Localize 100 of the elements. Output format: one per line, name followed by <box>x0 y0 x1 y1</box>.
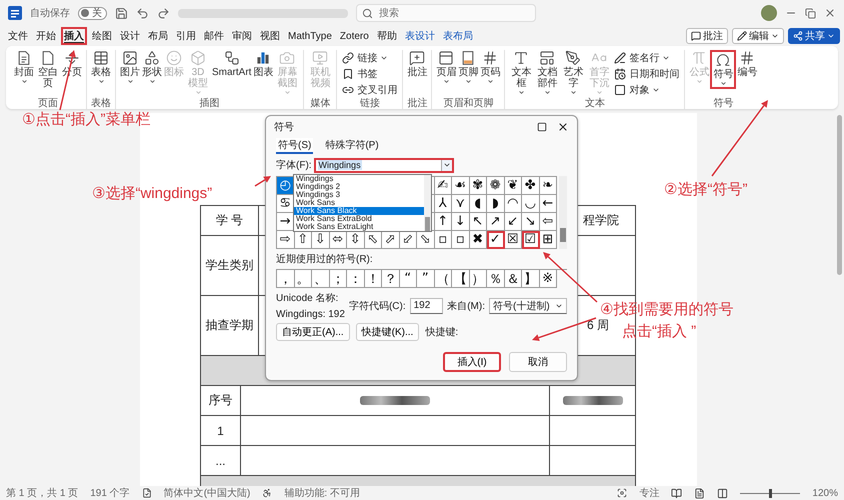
menu-tab[interactable]: Zotero <box>336 27 372 45</box>
symbol-cell[interactable]: “ <box>400 270 417 288</box>
avatar[interactable] <box>761 5 777 21</box>
dialog-tab[interactable]: 特殊字符(P) <box>323 138 381 154</box>
ribbon-button[interactable]: 链接 <box>342 51 398 65</box>
scrollbar-thumb[interactable] <box>560 228 566 242</box>
font-option[interactable]: Wingdings 2 <box>294 183 424 191</box>
symbol-cell[interactable]: ← <box>540 195 557 213</box>
ribbon-button[interactable]: 艺术字 <box>560 50 586 97</box>
ribbon-button[interactable]: 页码 <box>479 50 502 86</box>
symbol-cell[interactable]: ▫ <box>434 231 452 249</box>
ribbon-button[interactable]: 表格 <box>90 50 112 86</box>
menu-tab[interactable]: 开始 <box>33 27 59 45</box>
font-option[interactable]: Work Sans ExtraLight <box>294 223 424 231</box>
ribbon-button[interactable]: 交叉引用 <box>342 83 398 97</box>
ribbon-button[interactable]: 批注 <box>406 50 428 78</box>
menu-tab[interactable]: 文件 <box>5 27 31 45</box>
symbol-cell[interactable]: 】 <box>522 270 540 288</box>
symbol-cell[interactable]: ☑ <box>522 231 540 249</box>
symbol-cell[interactable]: ↗ <box>487 213 504 231</box>
symbol-cell[interactable]: ！ <box>364 270 382 288</box>
comment-button[interactable]: 批注 <box>686 28 728 44</box>
caret-icon[interactable] <box>442 161 451 169</box>
symbol-cell[interactable]: ◖ <box>470 195 487 213</box>
ribbon-button[interactable]: 页脚 <box>457 50 480 86</box>
symbol-cell[interactable]: ⇦ <box>540 213 557 231</box>
ribbon-button[interactable]: 页眉 <box>435 50 458 86</box>
columns-icon[interactable] <box>717 488 728 498</box>
menu-tab[interactable]: 插入 <box>61 27 87 45</box>
menu-tab[interactable]: 布局 <box>145 27 171 45</box>
ribbon-button[interactable]: 签名行 <box>614 51 680 65</box>
menu-tab[interactable]: 设计 <box>117 27 143 45</box>
accessibility-icon[interactable] <box>262 488 272 498</box>
symbol-cell[interactable]: 、 <box>312 270 330 288</box>
symbol-cell[interactable]: ❧ <box>540 177 557 195</box>
font-option[interactable]: Wingdings <box>294 175 424 183</box>
symbol-cell[interactable]: ❁ <box>487 177 504 195</box>
symbol-cell[interactable]: ⇨ <box>277 231 294 249</box>
menu-tab[interactable]: 视图 <box>257 27 283 45</box>
edit-button[interactable]: 编辑 <box>732 28 784 44</box>
ribbon-button[interactable]: 日期和时间 <box>614 67 680 81</box>
symbol-cell[interactable]: ☒ <box>504 231 522 249</box>
symbol-cell[interactable]: ⇳ <box>347 231 364 249</box>
symbol-cell[interactable]: ✓ <box>487 231 504 249</box>
symbol-cell[interactable]: ↘ <box>522 213 540 231</box>
symbol-cell[interactable]: （ <box>434 270 452 288</box>
ribbon-button[interactable]: 图表 <box>252 50 274 78</box>
symbol-cell[interactable]: ◡ <box>522 195 540 213</box>
zoom-thumb[interactable] <box>768 488 772 498</box>
ribbon-button[interactable]: 符号 <box>710 50 736 89</box>
ribbon-button[interactable]: SmartArt <box>211 50 252 78</box>
focus-icon[interactable] <box>617 488 628 498</box>
book-icon[interactable] <box>671 488 682 498</box>
symbol-cell[interactable]: ⬂ <box>417 231 434 249</box>
ribbon-button[interactable]: 形状 <box>141 50 163 86</box>
dialog-button[interactable]: 快捷键(K)... <box>356 323 420 341</box>
symbol-cell[interactable]: ✍ <box>434 177 452 195</box>
ribbon-button[interactable]: 空白页 <box>35 50 61 89</box>
symbol-cell[interactable]: 。 <box>294 270 312 288</box>
menu-tab[interactable]: 绘图 <box>89 27 115 45</box>
search-field[interactable]: 搜索 <box>356 4 536 22</box>
ribbon-button[interactable]: 编号 <box>736 50 758 78</box>
ribbon-button[interactable]: 对象 <box>614 83 680 97</box>
menu-tab[interactable]: 邮件 <box>201 27 227 45</box>
symbol-cell[interactable]: ✤ <box>522 177 540 195</box>
ribbon-button[interactable]: 书签 <box>342 67 398 81</box>
font-field[interactable]: Wingdings <box>314 158 454 172</box>
font-option[interactable]: Work Sans <box>294 199 424 207</box>
dialog-tab[interactable]: 符号(S) <box>276 138 314 154</box>
symbol-cell[interactable]: ； <box>330 270 347 288</box>
dialog-button[interactable]: 取消 <box>509 352 567 372</box>
scrollbar-thumb[interactable] <box>425 217 430 231</box>
menu-tab[interactable]: 表设计 <box>402 27 438 45</box>
symbol-cell[interactable]: ⋎ <box>452 195 470 213</box>
symbol-cell[interactable]: ◗ <box>487 195 504 213</box>
menu-tab[interactable]: 审阅 <box>229 27 255 45</box>
symbol-cell[interactable]: ⇩ <box>312 231 330 249</box>
maximize-icon[interactable] <box>537 122 547 132</box>
focus-label[interactable]: 专注 <box>639 486 660 500</box>
share-button[interactable]: 共享 <box>788 28 840 44</box>
ribbon-button[interactable]: 文本框 <box>508 50 534 97</box>
autosave-toggle[interactable]: 关 <box>78 6 107 20</box>
save-icon[interactable] <box>115 6 128 20</box>
symbol-cell[interactable]: ◠ <box>504 195 522 213</box>
symbol-cell[interactable]: ⊞ <box>540 231 557 249</box>
symbol-cell[interactable]: ↑ <box>434 213 452 231</box>
ribbon-button[interactable]: 文档部件 <box>534 50 560 97</box>
font-option[interactable]: Wingdings 3 <box>294 191 424 199</box>
symbol-cell[interactable]: ⅄ <box>434 195 452 213</box>
dialog-button[interactable]: 插入(I) <box>443 352 501 372</box>
symbol-cell[interactable]: ※ <box>540 270 557 288</box>
symbol-cell[interactable]: ▫ <box>452 231 470 249</box>
menu-tab[interactable]: 表布局 <box>440 27 476 45</box>
ribbon-button[interactable]: 图片 <box>119 50 141 86</box>
dialog-button[interactable]: 自动更正(A)... <box>276 323 350 341</box>
font-option[interactable]: Work Sans ExtraBold <box>294 215 424 223</box>
font-option[interactable]: Work Sans Black <box>294 207 424 215</box>
symbol-cell[interactable]: ↓ <box>452 213 470 231</box>
redo-icon[interactable] <box>157 6 170 20</box>
symbol-cell[interactable]: ？ <box>382 270 400 288</box>
